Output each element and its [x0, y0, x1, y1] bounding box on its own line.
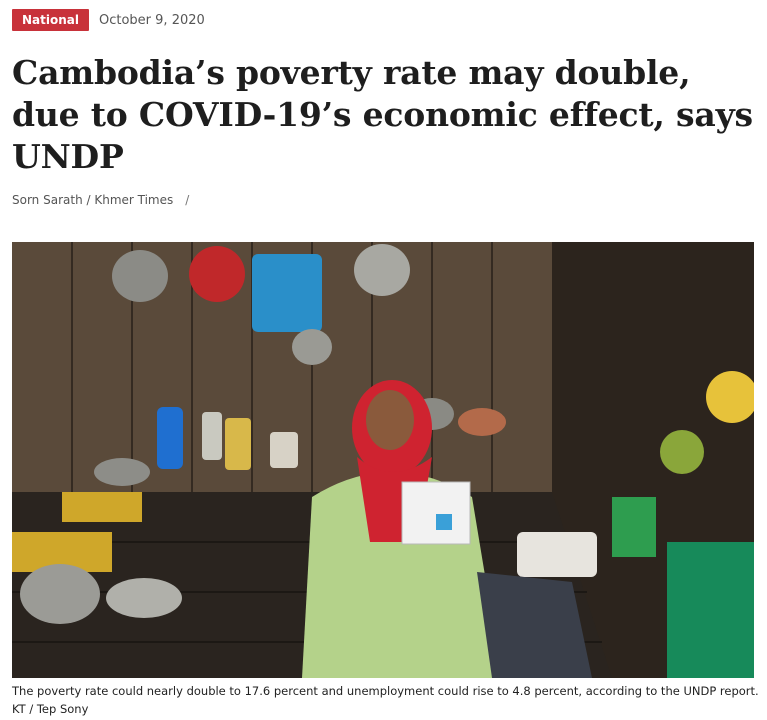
- category-badge[interactable]: National: [12, 9, 89, 31]
- photo-caption: The poverty rate could nearly double to …: [12, 682, 762, 718]
- article-headline: Cambodia’s poverty rate may double, due …: [12, 53, 753, 176]
- byline-separator: /: [185, 193, 190, 207]
- author-link[interactable]: Sorn Sarath / Khmer Times: [12, 193, 173, 207]
- publish-date: October 9, 2020: [99, 12, 205, 28]
- photo-credit: KT / Tep Sony: [12, 702, 89, 716]
- caption-text: The poverty rate could nearly double to …: [12, 684, 759, 698]
- byline: Sorn Sarath / Khmer Times /: [12, 193, 189, 207]
- photo-illustration: [12, 242, 754, 678]
- article-photo: [12, 242, 754, 678]
- article-meta: National October 9, 2020: [12, 9, 205, 31]
